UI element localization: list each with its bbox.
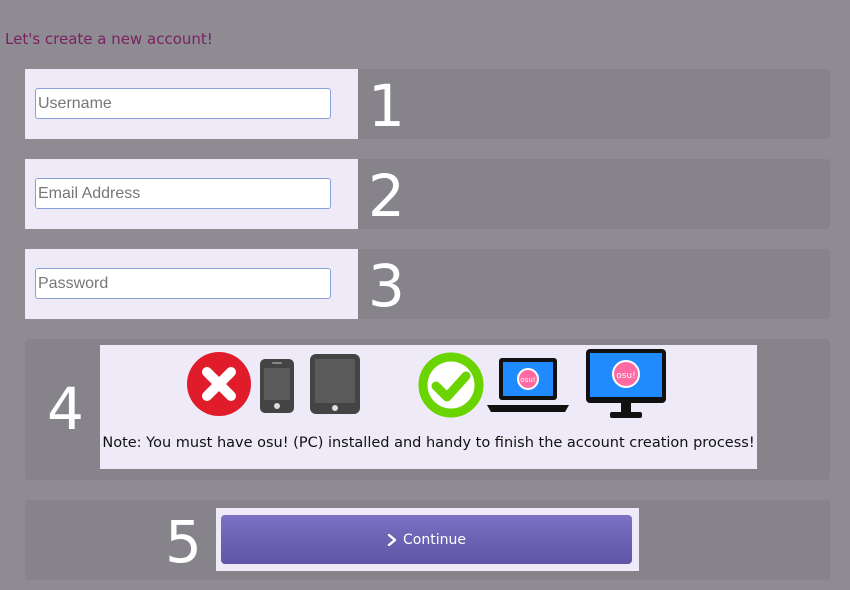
continue-button-container: Continue: [216, 508, 639, 571]
step-continue-row: 5 Continue: [25, 500, 830, 580]
step-requirements-row: 4 osu! osu! Note: You must have osu! (PC…: [25, 339, 830, 480]
step-number-5: 5: [165, 508, 202, 576]
email-input[interactable]: [35, 178, 331, 209]
step-password-row: 3: [25, 249, 830, 319]
email-field-container: [25, 159, 358, 229]
laptop-logo-text: osu!: [520, 376, 535, 384]
tablet-icon: [310, 354, 360, 414]
password-field-container: [25, 249, 358, 319]
step-number-3: 3: [368, 252, 405, 320]
requirements-note: Note: You must have osu! (PC) installed …: [102, 435, 755, 451]
laptop-icon: osu!: [487, 358, 569, 412]
step-number-2: 2: [368, 162, 405, 230]
username-field-container: [25, 69, 358, 139]
continue-button-label: Continue: [403, 531, 466, 548]
device-requirements-panel: osu! osu! Note: You must have osu! (PC) …: [100, 345, 757, 469]
step-username-row: 1: [25, 69, 830, 139]
continue-button[interactable]: Continue: [221, 515, 632, 564]
page-title: Let's create a new account!: [5, 30, 213, 48]
phone-icon: [260, 359, 294, 413]
check-mark-icon: [418, 352, 484, 418]
username-input[interactable]: [35, 88, 331, 119]
step-number-1: 1: [368, 72, 405, 140]
desktop-icon: osu!: [586, 349, 666, 418]
chevron-right-icon: [387, 533, 397, 546]
desktop-logo-text: osu!: [616, 371, 636, 381]
x-mark-icon: [187, 352, 251, 416]
step-number-4: 4: [47, 375, 84, 443]
step-email-row: 2: [25, 159, 830, 229]
password-input[interactable]: [35, 268, 331, 299]
